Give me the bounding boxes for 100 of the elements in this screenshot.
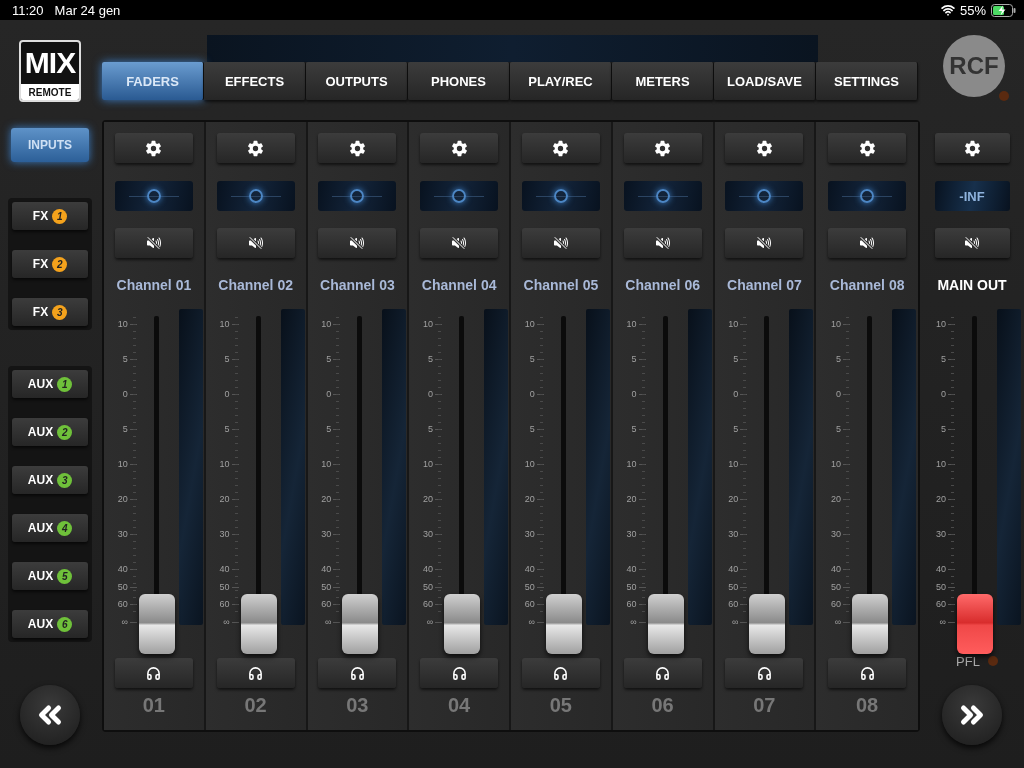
channel-name: Channel 05 <box>523 277 599 295</box>
pan-knob[interactable] <box>248 189 263 203</box>
headphones-icon <box>146 665 162 681</box>
tab[interactable]: PHONES <box>408 62 510 100</box>
bus-button[interactable]: FX 3 <box>12 298 88 326</box>
mute-button[interactable] <box>725 228 804 258</box>
pan-knob[interactable] <box>655 189 670 203</box>
settings-button[interactable] <box>623 133 702 163</box>
mute-button[interactable] <box>420 228 499 258</box>
settings-button[interactable] <box>318 133 397 163</box>
tab[interactable]: METERS <box>612 62 714 100</box>
gear-icon <box>963 139 981 157</box>
bus-button[interactable]: AUX 1 <box>12 370 88 398</box>
pan-control[interactable] <box>318 181 397 211</box>
previous-button[interactable] <box>20 685 80 745</box>
bus-button[interactable]: AUX 6 <box>12 610 88 638</box>
scale-label: 5 <box>428 423 434 435</box>
pan-knob[interactable] <box>860 189 875 203</box>
fader-handle[interactable] <box>342 594 379 654</box>
bus-button[interactable]: AUX 3 <box>12 466 88 494</box>
scale-label: 30 <box>423 528 434 540</box>
settings-button[interactable] <box>725 133 804 163</box>
scale-label: 10 <box>219 318 230 330</box>
fader-handle[interactable] <box>957 594 993 654</box>
tab[interactable]: FADERS <box>102 62 204 100</box>
tab[interactable]: SETTINGS <box>816 62 918 100</box>
headphones-button[interactable] <box>828 658 907 688</box>
muted-speaker-icon <box>451 235 468 251</box>
logo-title: MIX <box>24 45 76 81</box>
bus-button[interactable]: FX 1 <box>12 202 88 230</box>
scale-label: 20 <box>936 493 946 505</box>
mute-button[interactable] <box>934 228 1010 258</box>
bus-button[interactable]: FX 2 <box>12 250 88 278</box>
fader-handle[interactable] <box>444 594 481 654</box>
mute-button[interactable] <box>318 228 397 258</box>
scale-label: 50 <box>728 580 739 593</box>
headphones-button[interactable] <box>216 658 295 688</box>
scale-label: 0 <box>941 388 946 400</box>
pan-control[interactable] <box>623 181 702 211</box>
mute-button[interactable] <box>828 228 907 258</box>
settings-button[interactable] <box>934 133 1010 163</box>
bus-button[interactable]: AUX 5 <box>12 562 88 590</box>
headphones-button[interactable] <box>725 658 804 688</box>
fader-handle[interactable] <box>852 594 889 654</box>
fader-handle[interactable] <box>240 594 277 654</box>
fader-handle[interactable] <box>647 594 684 654</box>
scale-label: 20 <box>219 493 230 505</box>
pan-knob[interactable] <box>146 189 161 203</box>
settings-button[interactable] <box>420 133 499 163</box>
tab[interactable]: PLAY/REC <box>510 62 612 100</box>
scale-label: 40 <box>936 563 946 575</box>
pan-control[interactable] <box>725 181 804 211</box>
pan-control[interactable] <box>420 181 499 211</box>
settings-button[interactable] <box>521 133 600 163</box>
mute-button[interactable] <box>216 228 295 258</box>
mute-button[interactable] <box>623 228 702 258</box>
pan-knob[interactable] <box>757 189 772 203</box>
fader-handle[interactable] <box>545 594 582 654</box>
mute-button[interactable] <box>521 228 600 258</box>
scale-label: 5 <box>224 353 230 365</box>
scale-label: 50 <box>626 580 637 593</box>
tab[interactable]: EFFECTS <box>204 62 306 100</box>
scale-label: 10 <box>423 458 434 470</box>
pan-control[interactable] <box>828 181 907 211</box>
level-reading: -INF <box>934 181 1010 211</box>
headphones-icon <box>451 665 467 681</box>
pan-control[interactable] <box>114 181 193 211</box>
scale-label: 50 <box>423 580 434 593</box>
headphones-button[interactable] <box>318 658 397 688</box>
headphones-button[interactable] <box>114 658 193 688</box>
scale-label: 60 <box>524 598 535 610</box>
fader-handle[interactable] <box>138 594 175 654</box>
pan-control[interactable] <box>521 181 600 211</box>
scale-label: 0 <box>326 388 332 400</box>
headphones-button[interactable] <box>521 658 600 688</box>
muted-speaker-icon <box>964 235 980 251</box>
scale-label: 30 <box>728 528 739 540</box>
scale-label: 5 <box>733 353 739 365</box>
scale-label: 5 <box>836 423 842 435</box>
headphones-button[interactable] <box>420 658 499 688</box>
next-button[interactable] <box>942 685 1002 745</box>
headphones-button[interactable] <box>623 658 702 688</box>
settings-button[interactable] <box>216 133 295 163</box>
tab[interactable]: LOAD/SAVE <box>714 62 816 100</box>
scale-label: 0 <box>428 388 434 400</box>
bus-button[interactable]: AUX 4 <box>12 514 88 542</box>
scale-label: 60 <box>728 598 739 610</box>
scale-label: 5 <box>836 353 842 365</box>
pan-knob[interactable] <box>553 189 568 203</box>
mute-button[interactable] <box>114 228 193 258</box>
fader-handle[interactable] <box>749 594 786 654</box>
tab[interactable]: OUTPUTS <box>306 62 408 100</box>
settings-button[interactable] <box>114 133 193 163</box>
pan-knob[interactable] <box>350 189 365 203</box>
bus-button[interactable]: AUX 2 <box>12 418 88 446</box>
channel-name: Channel 03 <box>320 277 395 295</box>
settings-button[interactable] <box>828 133 907 163</box>
pan-control[interactable] <box>216 181 295 211</box>
pan-knob[interactable] <box>452 189 467 203</box>
number-badge: 6 <box>57 616 73 632</box>
